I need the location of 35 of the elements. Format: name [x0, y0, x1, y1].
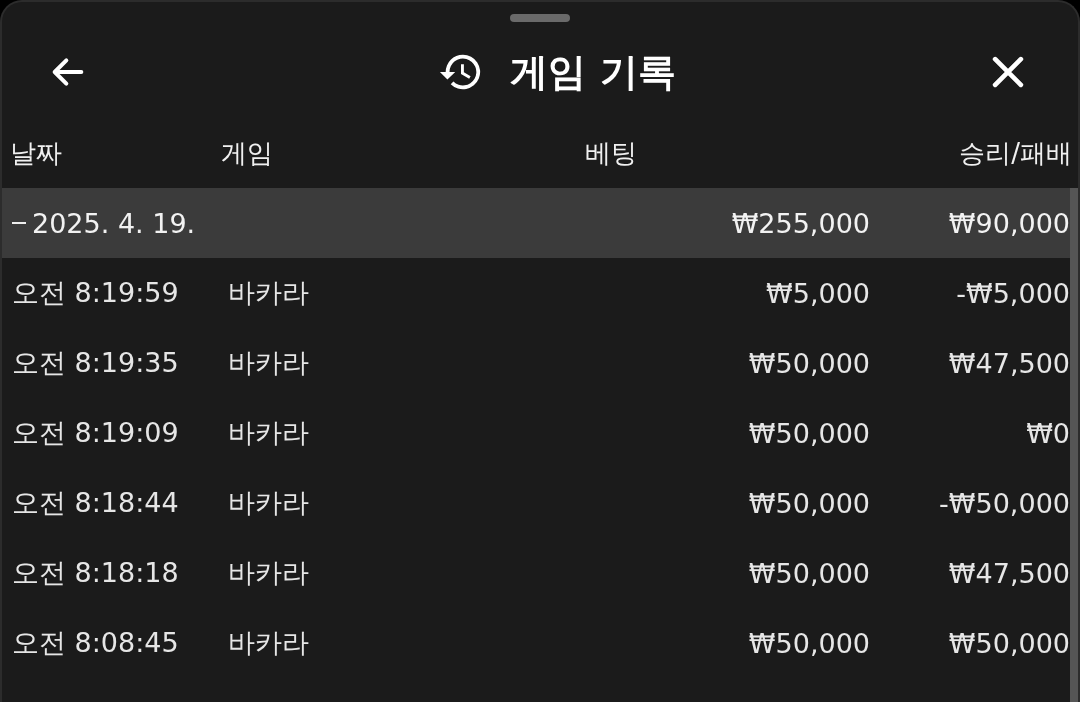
game-cell-text: 바카라 [227, 556, 310, 590]
result-cell-text: ₩47,500 [947, 557, 1070, 589]
result-cell-text: ₩50,000 [947, 627, 1070, 659]
scrollbar[interactable] [1070, 188, 1078, 702]
column-header: 승리/패배 [959, 137, 1072, 170]
result-cell-text: -₩50,000 [938, 487, 1070, 519]
time-cell-text: 오전 8:19:35 [11, 346, 180, 380]
bet-cell-text: ₩50,000 [747, 347, 870, 379]
window-title: 게임 기록 [510, 48, 676, 96]
time-cell-text: 오전 8:19:09 [11, 416, 180, 450]
bet-cell-text: ₩50,000 [747, 417, 870, 449]
game-cell-text: 바카라 [227, 626, 310, 660]
drag-handle[interactable] [510, 14, 570, 22]
bet-total: ₩255,000 [730, 207, 870, 239]
bet-cell-text: ₩50,000 [747, 627, 870, 659]
bet-cell-text: ₩5,000 [765, 277, 870, 309]
column-header: 날짜 [10, 137, 62, 170]
result-cell-text: -₩5,000 [955, 277, 1070, 309]
group-row[interactable]: 2025. 4. 19. ₩255,000 ₩90,000 [2, 188, 1070, 258]
time-cell-text: 오전 8:18:44 [11, 486, 180, 520]
result-total: ₩90,000 [947, 207, 1070, 239]
game-cell-text: 바카라 [227, 416, 310, 450]
result-cell-text: ₩0 [1025, 417, 1070, 449]
game-cell-text: 바카라 [227, 276, 310, 310]
game-cell-text: 바카라 [227, 486, 310, 520]
column-header: 베팅 [585, 137, 637, 170]
column-header: 게임 [221, 137, 273, 170]
bet-cell-text: ₩50,000 [747, 487, 870, 519]
result-cell-text: ₩47,500 [947, 347, 1070, 379]
time-cell-text: 오전 8:19:59 [11, 276, 180, 310]
date-text: 2025. 4. 19. [32, 207, 196, 239]
time-cell-text: 오전 8:08:45 [11, 626, 180, 660]
game-cell-text: 바카라 [227, 346, 310, 380]
time-cell-text: 오전 8:18:18 [11, 556, 180, 590]
bet-cell-text: ₩50,000 [747, 557, 870, 589]
